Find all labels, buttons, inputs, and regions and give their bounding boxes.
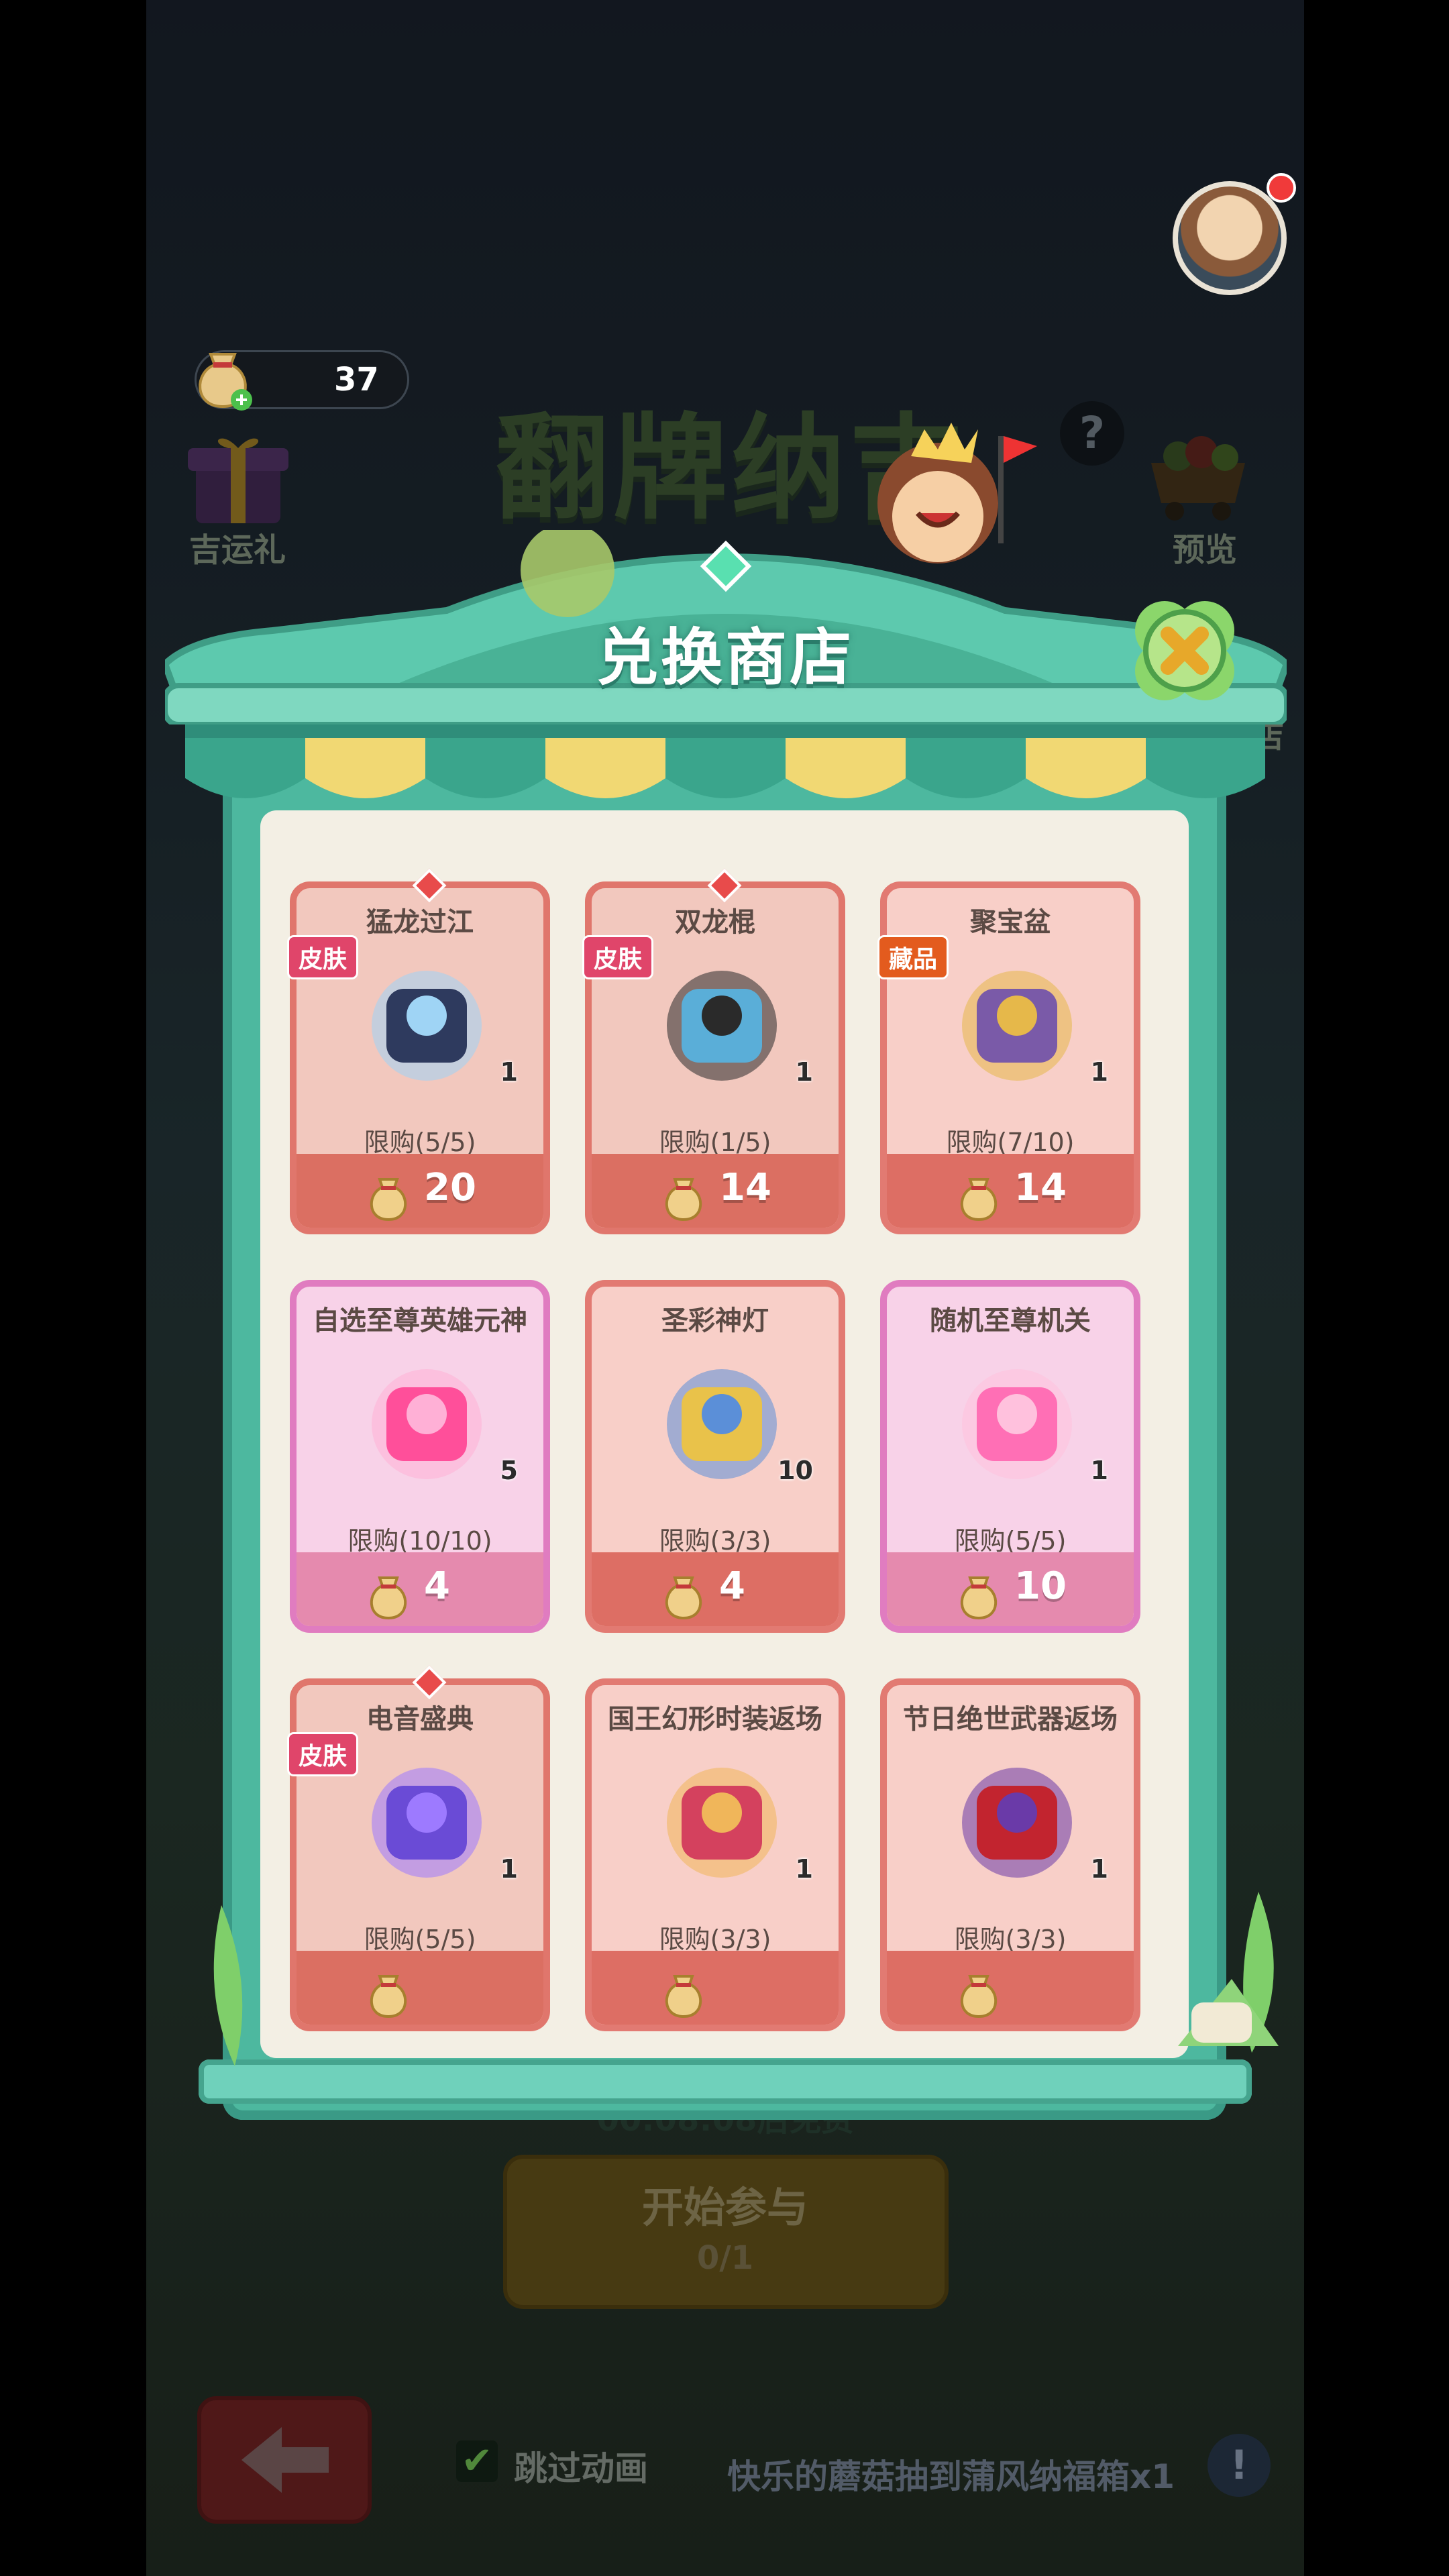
item-art-icon	[667, 1768, 777, 1878]
item-purchase-limit: 限购(5/5)	[954, 1526, 1067, 1556]
lucky-bag-icon	[960, 1975, 998, 2019]
item-purchase-limit: 限购(5/5)	[364, 1128, 476, 1157]
lucky-bag-icon	[665, 1576, 702, 1620]
item-quantity: 10	[777, 1456, 813, 1485]
item-price: 10	[1014, 1564, 1067, 1608]
item-price-bar[interactable]	[297, 1552, 543, 1626]
shop-item-card[interactable]: 圣彩神灯 10 限购(3/3) 4	[585, 1280, 845, 1633]
shop-item-card[interactable]: 国王幻形时装返场 1 限购(3/3)	[585, 1678, 845, 2031]
shop-item-card[interactable]: 节日绝世武器返场 1 限购(3/3)	[880, 1678, 1140, 2031]
item-quantity: 1	[500, 1854, 518, 1884]
item-price-bar[interactable]	[887, 1951, 1134, 2025]
shop-item-panel[interactable]: 猛龙过江 皮肤 1 限购(5/5) 20 双龙棍 皮肤 1 限购(1/5) 14 聚宝盆 藏品 1 限购(…	[260, 810, 1189, 2058]
item-art-icon	[962, 971, 1072, 1081]
lucky-bag-icon	[960, 1576, 998, 1620]
item-price-bar[interactable]	[887, 1552, 1134, 1626]
lucky-bag-icon	[960, 1178, 998, 1222]
shop-item-card[interactable]: 随机至尊机关 1 限购(5/5) 10	[880, 1280, 1140, 1633]
item-tag-badge: 皮肤	[582, 935, 654, 979]
lucky-bag-icon	[665, 1178, 702, 1222]
shop-item-card[interactable]: 双龙棍 皮肤 1 限购(1/5) 14	[582, 868, 845, 1234]
item-quantity: 1	[1090, 1456, 1108, 1485]
item-purchase-limit: 限购(3/3)	[659, 1925, 771, 1954]
item-purchase-limit: 限购(1/5)	[659, 1128, 771, 1157]
mascot-character	[877, 423, 1037, 564]
item-price: 14	[719, 1166, 771, 1210]
item-art-icon	[372, 971, 482, 1081]
item-name: 双龙棍	[675, 907, 755, 938]
item-price: 4	[424, 1564, 450, 1608]
game-screen: 翻牌纳吉 吉运礼 ? 预览 店 00:08:08后免费 开始参与 0/1 ✔ 跳…	[146, 0, 1304, 2576]
item-price: 4	[719, 1564, 745, 1608]
gem-marker	[707, 868, 742, 903]
item-purchase-limit: 限购(3/3)	[659, 1526, 771, 1556]
lucky-bag-icon	[370, 1975, 407, 2019]
lucky-bag-icon	[665, 1975, 702, 2019]
bamboo-leaf-decoration	[213, 1905, 243, 2066]
item-tag-badge: 皮肤	[287, 935, 359, 979]
item-price-bar[interactable]	[297, 1154, 543, 1228]
item-price: 14	[1014, 1166, 1067, 1210]
item-tag-badge: 藏品	[877, 935, 949, 979]
panel-scroll-rail	[199, 2059, 1252, 2104]
item-art-icon	[962, 1369, 1072, 1479]
item-name: 猛龙过江	[366, 907, 474, 938]
shop-item-card[interactable]: 猛龙过江 皮肤 1 限购(5/5) 20	[287, 868, 550, 1234]
item-purchase-limit: 限购(3/3)	[954, 1925, 1067, 1954]
item-name: 聚宝盆	[970, 907, 1051, 938]
item-quantity: 1	[500, 1057, 518, 1087]
lucky-bag-icon	[191, 342, 255, 412]
gem-marker	[412, 1665, 447, 1700]
item-quantity: 5	[500, 1456, 518, 1485]
item-name: 圣彩神灯	[661, 1305, 769, 1336]
lucky-bag-icon	[370, 1576, 407, 1620]
item-quantity: 1	[1090, 1854, 1108, 1884]
item-price-bar[interactable]	[592, 1154, 839, 1228]
close-x-icon[interactable]	[1124, 590, 1245, 711]
item-price-bar[interactable]	[887, 1154, 1134, 1228]
item-art-icon	[667, 971, 777, 1081]
shop-item-card[interactable]: 电音盛典 皮肤 1 限购(5/5)	[287, 1665, 550, 2031]
shop-item-card[interactable]: 自选至尊英雄元神 5 限购(10/10) 4	[290, 1280, 550, 1633]
currency-value: 37	[334, 361, 379, 398]
item-price-bar[interactable]	[592, 1951, 839, 2025]
item-art-icon	[962, 1768, 1072, 1878]
item-tag-badge: 皮肤	[287, 1732, 359, 1776]
item-name: 自选至尊英雄元神	[313, 1305, 527, 1336]
gem-marker	[412, 868, 447, 903]
item-purchase-limit: 限购(5/5)	[364, 1925, 476, 1954]
item-name: 国王幻形时装返场	[608, 1704, 822, 1735]
item-purchase-limit: 限购(7/10)	[946, 1128, 1075, 1157]
item-art-icon	[372, 1768, 482, 1878]
zongzi-decoration	[1178, 1892, 1279, 2053]
item-quantity: 1	[795, 1854, 813, 1884]
item-art-icon	[372, 1369, 482, 1479]
shop-awning	[185, 724, 1265, 798]
item-name: 节日绝世武器返场	[903, 1704, 1118, 1735]
player-avatar[interactable]	[1173, 181, 1287, 295]
lucky-bag-icon	[370, 1178, 407, 1222]
item-name: 电音盛典	[366, 1704, 474, 1735]
shop-item-card[interactable]: 聚宝盆 藏品 1 限购(7/10) 14	[877, 881, 1140, 1234]
item-purchase-limit: 限购(10/10)	[347, 1526, 492, 1556]
item-quantity: 1	[795, 1057, 813, 1087]
notification-dot	[1267, 173, 1296, 203]
item-name: 随机至尊机关	[930, 1305, 1091, 1336]
item-quantity: 1	[1090, 1057, 1108, 1087]
item-price-bar[interactable]	[592, 1552, 839, 1626]
item-price-bar[interactable]	[297, 1951, 543, 2025]
item-price: 20	[424, 1166, 476, 1210]
